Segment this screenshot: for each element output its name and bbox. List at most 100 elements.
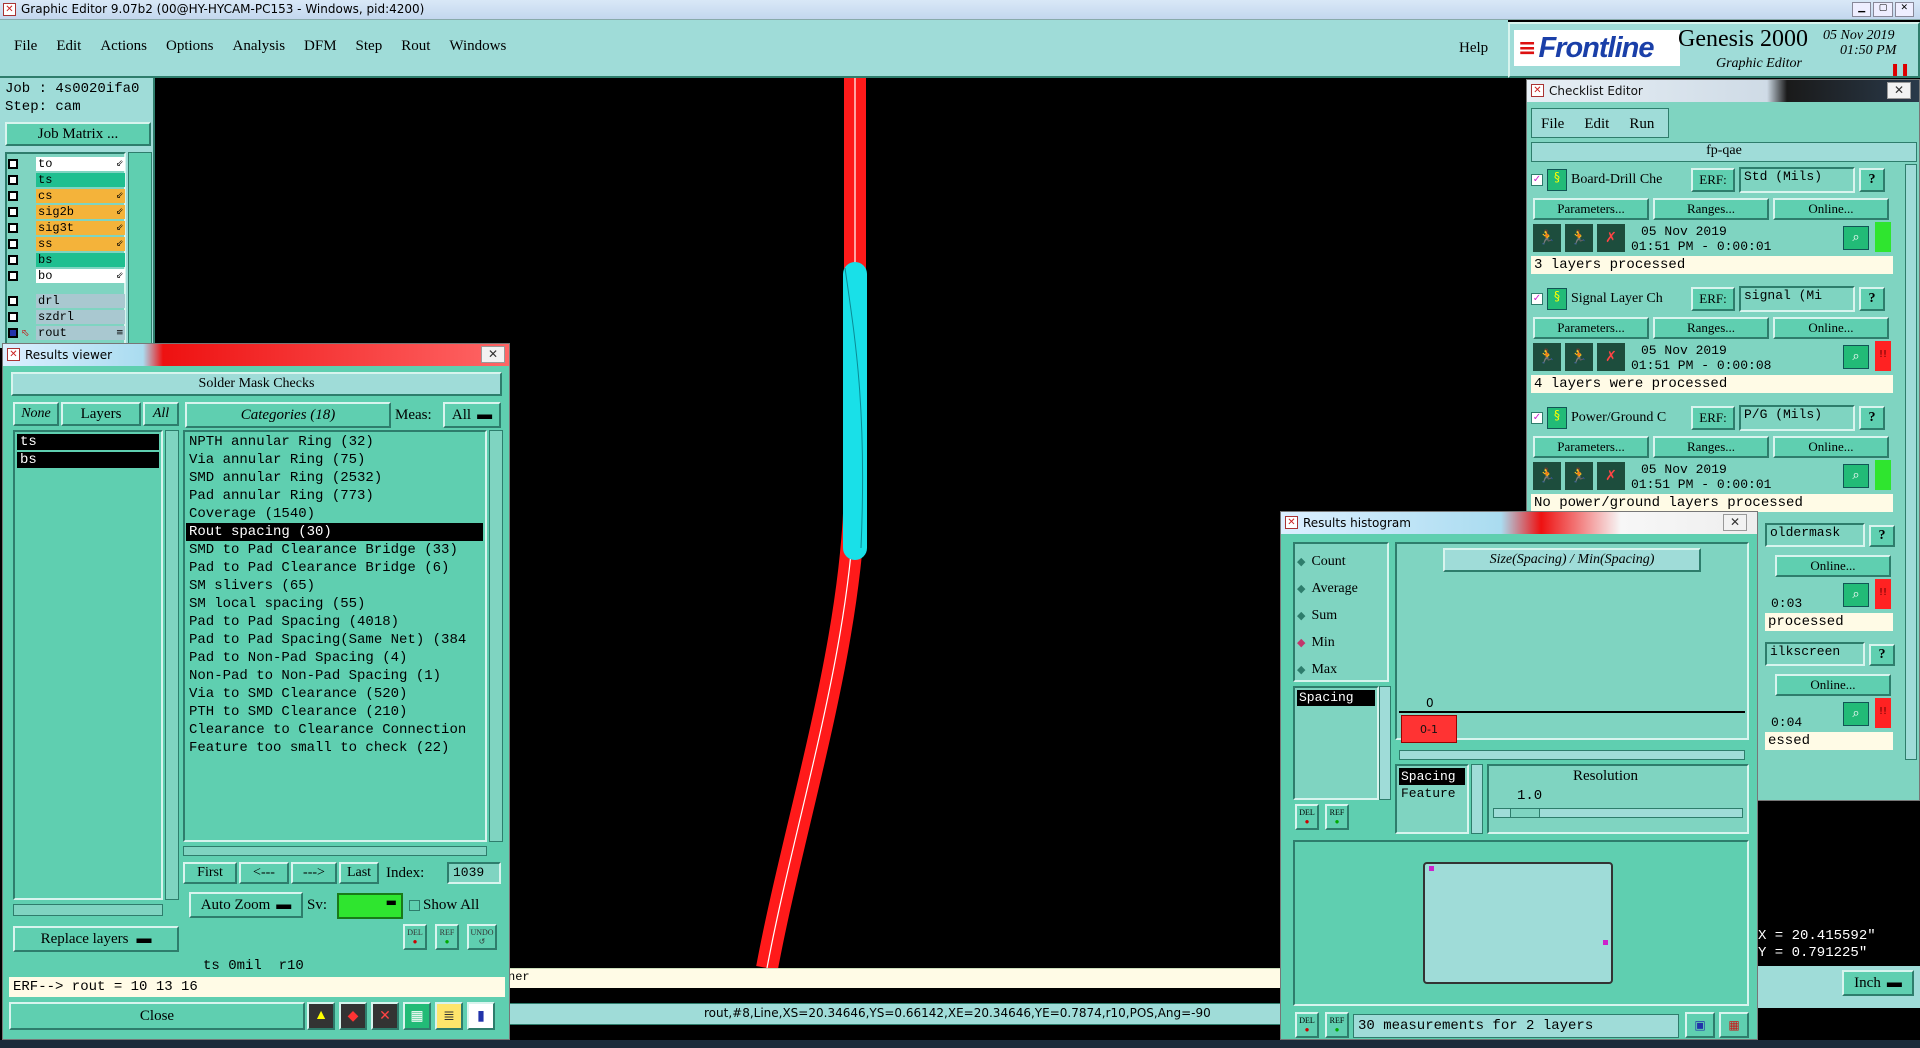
erf-button[interactable]: ERF: xyxy=(1691,168,1735,192)
histogram-bin[interactable]: 0-1 xyxy=(1401,715,1457,743)
menu-analysis[interactable]: Analysis xyxy=(233,38,286,55)
checklist-menu-file[interactable]: File xyxy=(1541,116,1564,133)
category-list[interactable]: NPTH annular Ring (32) Via annular Ring (… xyxy=(186,433,483,757)
layer-checkbox[interactable] xyxy=(8,191,18,201)
cross-icon[interactable]: ✕ xyxy=(371,1002,399,1030)
category-scrollbar[interactable] xyxy=(489,430,503,842)
hist-ref-icon[interactable]: REF ● xyxy=(1325,804,1349,830)
stop-run-icon[interactable]: ✗ xyxy=(1597,462,1625,490)
layer-checkbox[interactable] xyxy=(8,207,18,217)
category-item[interactable]: Via annular Ring (75) xyxy=(186,451,483,469)
category-hscroll[interactable] xyxy=(183,846,487,856)
menu-windows[interactable]: Windows xyxy=(449,38,506,55)
record-icon[interactable]: ◆ xyxy=(339,1002,367,1030)
category-item[interactable]: Non-Pad to Non-Pad Spacing (1) xyxy=(186,667,483,685)
aggregate-option-count[interactable]: ◆ Count xyxy=(1297,548,1385,575)
replace-layers-select[interactable]: Replace layers ▬ xyxy=(13,926,179,952)
category-item[interactable]: Pad to Pad Spacing(Same Net) (384 xyxy=(186,631,483,649)
menu-options[interactable]: Options xyxy=(166,38,214,55)
chart-green-icon[interactable]: ▦ xyxy=(403,1002,431,1030)
erf-value[interactable]: signal (Mi xyxy=(1739,286,1855,312)
layer-row-ss[interactable]: ss ⇙ xyxy=(8,236,125,252)
category-item[interactable]: SM local spacing (55) xyxy=(186,595,483,613)
checklist-check-icon[interactable]: ✓ xyxy=(1531,174,1543,186)
hist-report-icon[interactable]: ▦ xyxy=(1719,1012,1749,1038)
layer-row-sig3t[interactable]: sig3t ⇙ xyxy=(8,220,125,236)
resolution-slider-thumb[interactable] xyxy=(1510,808,1540,818)
category-item[interactable]: SM slivers (65) xyxy=(186,577,483,595)
stop-run-icon[interactable]: ✗ xyxy=(1597,224,1625,252)
maximize-icon[interactable]: ▢ xyxy=(1873,2,1893,17)
checklist-action-name[interactable]: Power/Ground C xyxy=(1571,410,1687,426)
result-layer-item[interactable]: ts xyxy=(17,434,159,450)
layer-checkbox[interactable] xyxy=(8,296,18,306)
sv-color-select[interactable]: ▬ xyxy=(337,893,403,919)
results-viewer-close-icon[interactable]: ✕ xyxy=(481,346,505,363)
category-item[interactable]: Via to SMD Clearance (520) xyxy=(186,685,483,703)
checklist-check-icon[interactable]: ✓ xyxy=(1531,293,1543,305)
attribute-item[interactable]: Spacing xyxy=(1399,768,1465,785)
online-button[interactable]: Online... xyxy=(1773,317,1889,339)
zoom-results-icon[interactable]: ⌕ xyxy=(1843,226,1869,250)
layer-checkbox[interactable] xyxy=(8,312,18,322)
hist-del-icon-bottom[interactable]: DEL ● xyxy=(1295,1012,1319,1038)
category-item[interactable]: SMD to Pad Clearance Bridge (33) xyxy=(186,541,483,559)
erf-value[interactable]: P/G (Mils) xyxy=(1739,405,1855,431)
zoom-results-icon[interactable]: ⌕ xyxy=(1843,345,1869,369)
attribute-list[interactable]: Spacing Feature xyxy=(1395,764,1469,834)
attribute-item[interactable]: Feature xyxy=(1399,785,1465,802)
category-item[interactable]: NPTH annular Ring (32) xyxy=(186,433,483,451)
checklist-action-name[interactable]: Board-Drill Che xyxy=(1571,172,1687,188)
online-button[interactable]: Online... xyxy=(1775,674,1891,696)
layer-panel-scrollbar[interactable] xyxy=(128,152,152,352)
report-icon[interactable]: ≣ xyxy=(435,1002,463,1030)
minimize-icon[interactable]: ▁ xyxy=(1852,2,1872,17)
hist-del-icon[interactable]: DEL ● xyxy=(1295,804,1319,830)
menu-actions[interactable]: Actions xyxy=(100,38,147,55)
histogram-close-icon[interactable]: ✕ xyxy=(1723,514,1747,531)
none-button[interactable]: None xyxy=(13,402,59,426)
figure-icon[interactable]: ▲ xyxy=(307,1002,335,1030)
layer-select-hscroll[interactable] xyxy=(13,904,163,916)
category-item[interactable]: Clearance to Clearance Connection xyxy=(186,721,483,739)
layer-row-ts[interactable]: ts xyxy=(8,172,125,188)
erf-value[interactable]: Std (Mils) xyxy=(1739,167,1855,193)
layer-checkbox[interactable] xyxy=(8,159,18,169)
aggregate-option-max[interactable]: ◆ Max xyxy=(1297,656,1385,683)
layer-checkbox[interactable] xyxy=(8,223,18,233)
layer-checkbox[interactable] xyxy=(8,175,18,185)
histogram-list[interactable]: Spacing xyxy=(1293,686,1379,800)
menu-file[interactable]: File xyxy=(14,38,37,55)
checklist-menu-run[interactable]: Run xyxy=(1629,116,1654,133)
online-button[interactable]: Online... xyxy=(1773,198,1889,220)
menu-edit[interactable]: Edit xyxy=(56,38,81,55)
close-icon[interactable]: ✕ xyxy=(1894,2,1914,17)
run-icon[interactable]: 🏃 xyxy=(1533,224,1561,252)
layer-row-bs[interactable]: bs xyxy=(8,252,125,268)
checklist-action-name[interactable]: Signal Layer Ch xyxy=(1571,291,1687,307)
menu-step[interactable]: Step xyxy=(356,38,383,55)
help-icon[interactable]: ? xyxy=(1859,287,1885,311)
menu-help[interactable]: Help xyxy=(1459,40,1488,57)
aggregate-option-min[interactable]: ◆ Min xyxy=(1297,629,1385,656)
layer-checkbox[interactable] xyxy=(8,255,18,265)
online-button[interactable]: Online... xyxy=(1773,436,1889,458)
all-button[interactable]: All xyxy=(143,402,179,426)
checklist-scrollbar[interactable] xyxy=(1905,164,1917,760)
layer-row-drl[interactable]: drl xyxy=(8,293,125,309)
unit-select[interactable]: Inch ▬ xyxy=(1842,970,1914,996)
auto-zoom-select[interactable]: Auto Zoom ▬ xyxy=(189,892,303,918)
first-button[interactable]: First xyxy=(183,862,237,884)
chart-hscroll[interactable] xyxy=(1399,750,1745,760)
checklist-check-icon[interactable]: ✓ xyxy=(1531,412,1543,424)
hist-ref-icon-bottom[interactable]: REF ● xyxy=(1325,1012,1349,1038)
pause-icon[interactable]: ❚❚ xyxy=(1890,62,1910,76)
run-icon[interactable]: 🏃 xyxy=(1533,462,1561,490)
layer-row-sig2b[interactable]: sig2b ⇙ xyxy=(8,204,125,220)
category-item[interactable]: Feature too small to check (22) xyxy=(186,739,483,757)
category-item[interactable]: Pad annular Ring (773) xyxy=(186,487,483,505)
index-input[interactable]: 1039 xyxy=(447,862,501,884)
categories-button[interactable]: Categories (18) xyxy=(185,402,391,428)
checklist-menu-edit[interactable]: Edit xyxy=(1584,116,1609,133)
highlighted-feature[interactable] xyxy=(843,262,867,560)
